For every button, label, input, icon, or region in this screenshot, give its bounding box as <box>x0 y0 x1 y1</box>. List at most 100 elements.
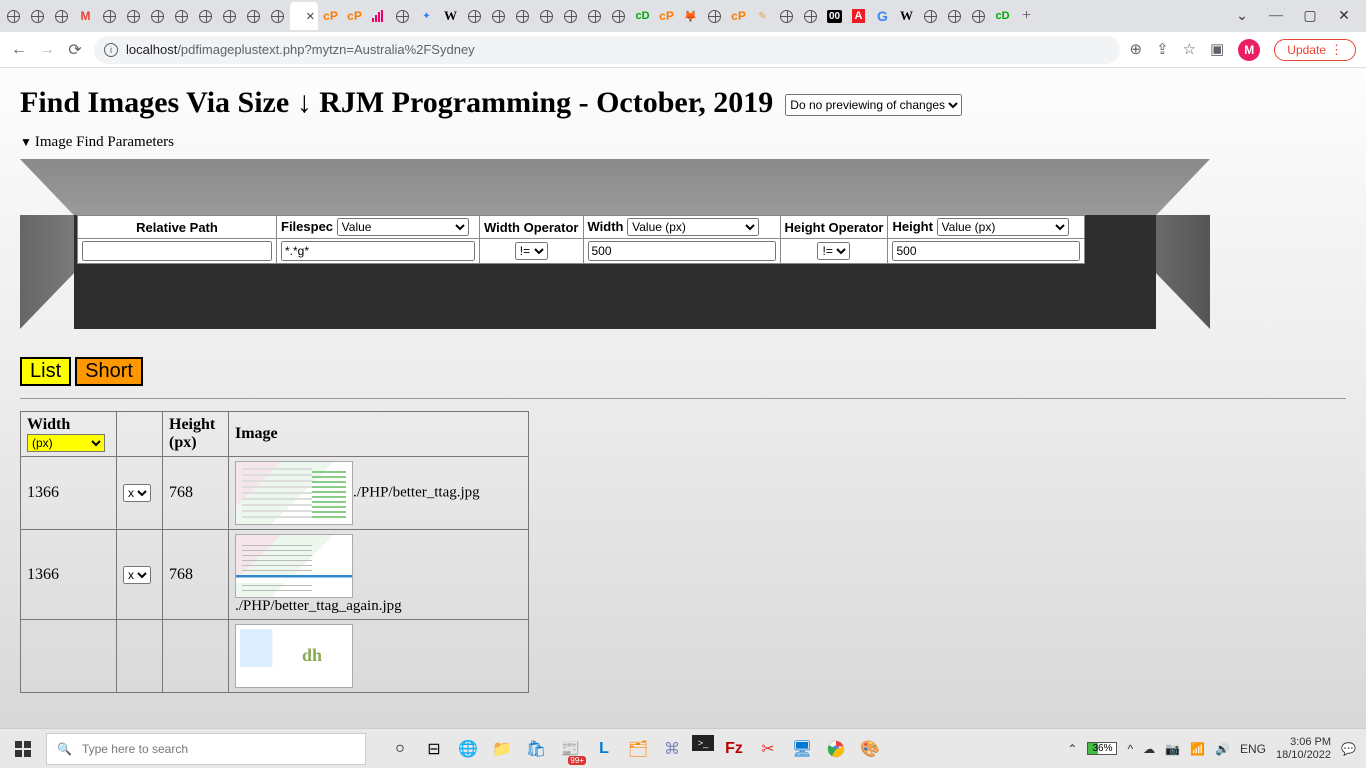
tab[interactable] <box>559 2 582 30</box>
clock[interactable]: 3:06 PM 18/10/2022 <box>1276 736 1331 760</box>
relpath-input[interactable] <box>82 241 272 261</box>
tab[interactable] <box>703 2 726 30</box>
tab[interactable]: cP <box>727 2 750 30</box>
tab[interactable] <box>122 2 145 30</box>
widthop-select[interactable]: != <box>515 242 548 260</box>
tab[interactable] <box>463 2 486 30</box>
tab[interactable] <box>194 2 217 30</box>
task-monitor-icon[interactable]: 🖥 <box>788 735 816 763</box>
tab[interactable] <box>943 2 966 30</box>
thumbnail[interactable] <box>235 534 353 598</box>
profile-avatar[interactable]: M <box>1238 39 1260 61</box>
task-terminal-icon[interactable]: >_ <box>692 735 714 751</box>
dimension-select[interactable]: x <box>123 484 151 502</box>
tab[interactable]: cP <box>655 2 678 30</box>
tab[interactable] <box>775 2 798 30</box>
tab[interactable]: A <box>847 2 870 30</box>
thumbnail[interactable] <box>235 461 353 525</box>
down-arrow-icon[interactable]: ↓ <box>297 86 312 119</box>
maximize-icon[interactable]: ▢ <box>1302 8 1318 25</box>
tab[interactable] <box>607 2 630 30</box>
task-php-icon[interactable]: ⌘ <box>658 735 686 763</box>
task-explorer-icon[interactable]: 📁 <box>488 735 516 763</box>
onedrive-icon[interactable]: ☁ <box>1143 742 1155 756</box>
dimension-select[interactable]: x <box>123 566 151 584</box>
preview-mode-select[interactable]: Do no previewing of changes <box>785 94 962 116</box>
tab-overflow-icon[interactable]: ⌄ <box>1234 8 1250 25</box>
bookmark-icon[interactable]: ☆ <box>1183 40 1196 59</box>
zoom-icon[interactable]: ⊕ <box>1130 40 1143 59</box>
tab[interactable]: W <box>895 2 918 30</box>
forward-icon[interactable]: → <box>38 41 56 59</box>
tray-overflow-icon[interactable]: ⌃ <box>1067 742 1077 756</box>
wifi-icon[interactable]: 📶 <box>1190 742 1205 756</box>
site-info-icon[interactable]: i <box>104 43 118 57</box>
task-chrome-icon[interactable] <box>822 735 850 763</box>
filespec-select[interactable]: Value <box>337 218 469 236</box>
start-button[interactable] <box>0 729 46 769</box>
tab[interactable]: G <box>871 2 894 30</box>
parameters-disclosure[interactable]: Image Find Parameters <box>20 134 1346 151</box>
tab[interactable] <box>511 2 534 30</box>
new-tab-button[interactable]: + <box>1015 2 1038 30</box>
tab[interactable]: cD <box>991 2 1014 30</box>
side-panel-icon[interactable]: ▣ <box>1210 40 1224 59</box>
tab[interactable] <box>367 2 390 30</box>
task-snip-icon[interactable]: ✂ <box>754 735 782 763</box>
tab[interactable] <box>391 2 414 30</box>
task-store-icon[interactable]: 🛍 <box>522 735 550 763</box>
tab[interactable] <box>218 2 241 30</box>
tab[interactable]: W <box>439 2 462 30</box>
tab[interactable] <box>535 2 558 30</box>
tab[interactable] <box>487 2 510 30</box>
task-cortana-icon[interactable]: ○ <box>386 735 414 763</box>
thumbnail[interactable] <box>235 624 353 688</box>
task-news-icon[interactable]: 📰 <box>556 735 584 763</box>
tab[interactable] <box>242 2 265 30</box>
tab[interactable]: cD <box>631 2 654 30</box>
short-button[interactable]: Short <box>75 357 143 386</box>
url-input[interactable]: i localhost/pdfimageplustext.php?mytzn=A… <box>94 36 1120 64</box>
tab[interactable] <box>98 2 121 30</box>
volume-icon[interactable]: 🔊 <box>1215 742 1230 756</box>
tab[interactable] <box>266 2 289 30</box>
task-app-icon[interactable]: 🗂 <box>624 735 652 763</box>
tab[interactable]: ✦ <box>415 2 438 30</box>
tray-chevron-icon[interactable]: ^ <box>1127 742 1133 756</box>
language-indicator[interactable]: ENG <box>1240 742 1266 756</box>
tab[interactable]: cP <box>343 2 366 30</box>
update-button[interactable]: Update <box>1274 39 1356 61</box>
close-icon[interactable]: ✕ <box>306 10 315 23</box>
height-select[interactable]: Value (px) <box>937 218 1069 236</box>
minimize-icon[interactable]: — <box>1268 8 1284 24</box>
tab[interactable]: 00 <box>823 2 846 30</box>
tab[interactable] <box>583 2 606 30</box>
reload-icon[interactable]: ⟳ <box>66 40 84 60</box>
tab-active[interactable]: ✕ <box>290 2 318 30</box>
notifications-icon[interactable]: 💬 <box>1341 742 1356 756</box>
width-select[interactable]: Value (px) <box>627 218 759 236</box>
meet-now-icon[interactable]: 📷 <box>1165 742 1180 756</box>
image-path[interactable]: ./PHP/better_ttag_again.jpg <box>235 598 522 615</box>
task-filezilla-icon[interactable]: Fz <box>720 735 748 763</box>
tab[interactable]: cP <box>319 2 342 30</box>
tab[interactable] <box>799 2 822 30</box>
image-path[interactable]: ./PHP/better_ttag.jpg <box>353 485 480 501</box>
tab[interactable] <box>26 2 49 30</box>
close-window-icon[interactable]: ✕ <box>1336 8 1352 25</box>
heightop-select[interactable]: != <box>817 242 850 260</box>
tab[interactable] <box>170 2 193 30</box>
tab[interactable]: ✎ <box>751 2 774 30</box>
task-paint-icon[interactable]: 🎨 <box>856 735 884 763</box>
tab[interactable] <box>967 2 990 30</box>
battery-status[interactable]: 36% <box>1087 742 1117 755</box>
tab[interactable]: 🦊 <box>679 2 702 30</box>
task-app-icon[interactable]: L <box>590 735 618 763</box>
back-icon[interactable]: ← <box>10 41 28 59</box>
task-view-icon[interactable]: ⊟ <box>420 735 448 763</box>
tab[interactable] <box>919 2 942 30</box>
height-input[interactable] <box>892 241 1080 261</box>
width-unit-select[interactable]: (px) <box>27 434 105 452</box>
tab[interactable] <box>50 2 73 30</box>
tab[interactable] <box>2 2 25 30</box>
